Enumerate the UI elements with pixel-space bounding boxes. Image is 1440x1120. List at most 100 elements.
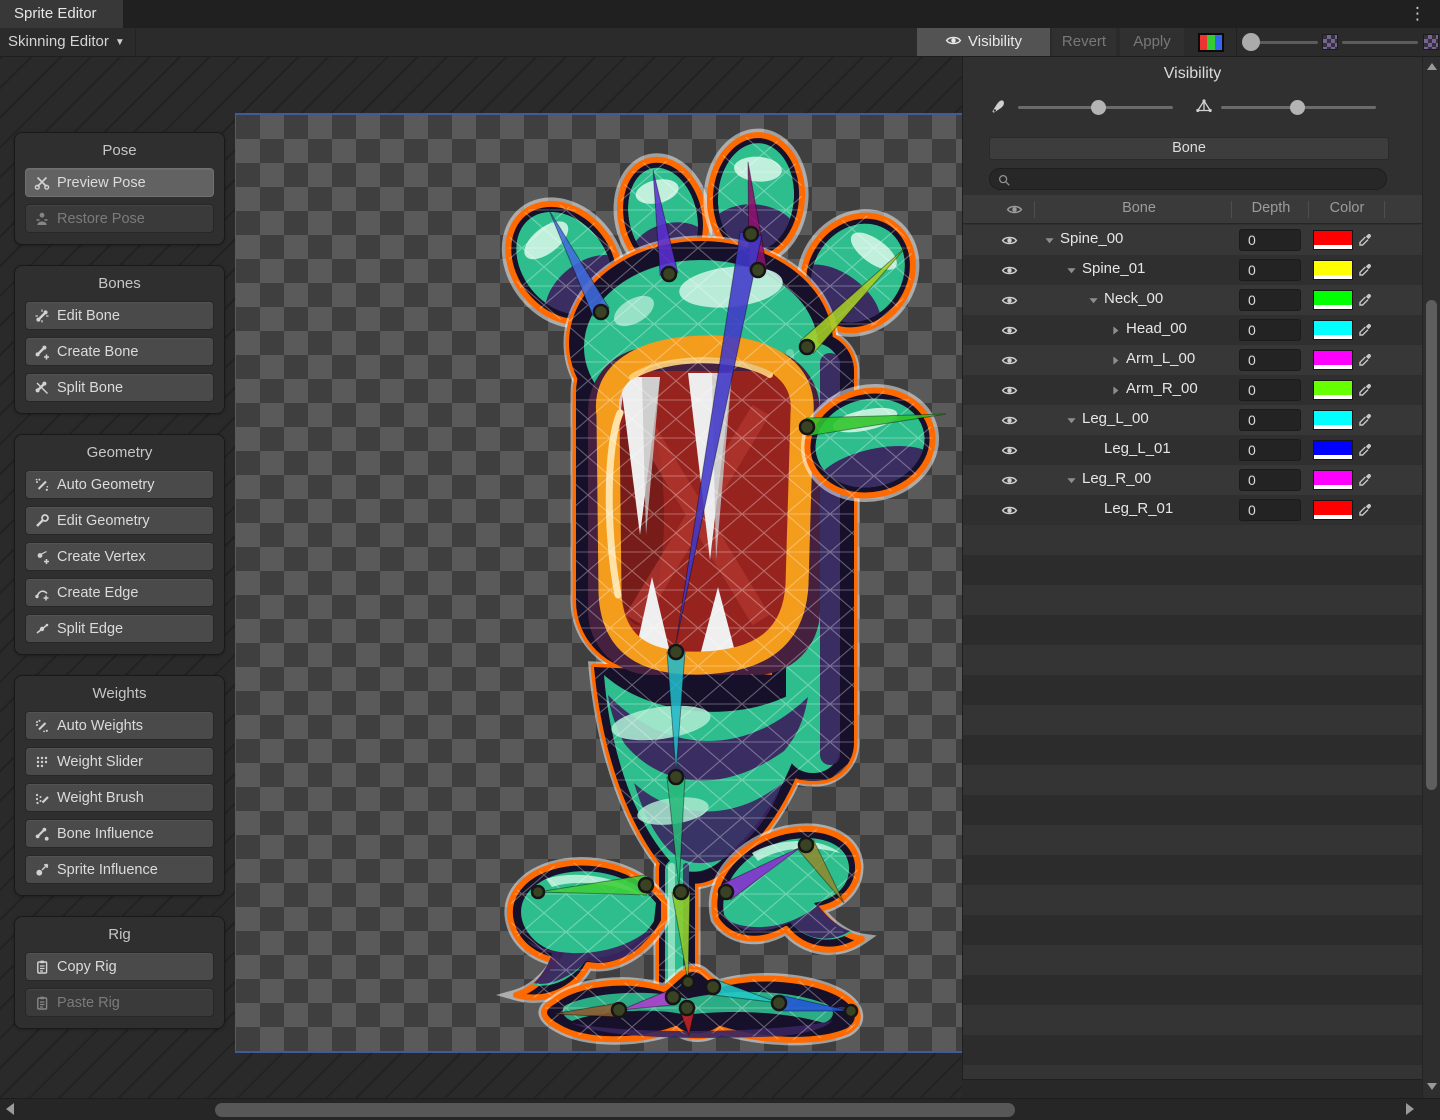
bone-color-swatch[interactable] xyxy=(1313,500,1353,520)
bone-color-swatch[interactable] xyxy=(1313,260,1353,280)
bone-color-swatch[interactable] xyxy=(1313,440,1353,460)
skinning-editor-dropdown[interactable]: Skinning Editor▼ xyxy=(0,28,136,56)
chevron-down-icon[interactable] xyxy=(1065,474,1078,487)
sprite-document[interactable] xyxy=(235,113,962,1053)
bone-row-Head_00[interactable]: Head_000 xyxy=(963,315,1422,345)
bone-row-Spine_00[interactable]: Spine_000 xyxy=(963,225,1422,255)
sprite-influence-button[interactable]: Sprite Influence xyxy=(25,855,214,884)
chevron-down-icon[interactable] xyxy=(1065,414,1078,427)
auto-weights-button[interactable]: Auto Weights xyxy=(25,711,214,740)
edit-geometry-button[interactable]: Edit Geometry xyxy=(25,506,214,535)
eye-icon[interactable] xyxy=(1001,502,1018,519)
bone-row-Neck_00[interactable]: Neck_00 0 xyxy=(963,285,1422,315)
eyedropper-icon[interactable] xyxy=(1357,412,1373,428)
bone-color-swatch[interactable] xyxy=(1313,470,1353,490)
bone-row-Arm_R_00[interactable]: Arm_R_000 xyxy=(963,375,1422,405)
split-edge-button[interactable]: Split Edge xyxy=(25,614,214,643)
auto-geometry-button[interactable]: Auto Geometry xyxy=(25,470,214,499)
eye-icon[interactable] xyxy=(1001,472,1018,489)
eye-icon[interactable] xyxy=(1001,442,1018,459)
create-bone-button[interactable]: Create Bone xyxy=(25,337,214,366)
depth-field[interactable]: 0 xyxy=(1239,229,1301,251)
depth-field[interactable]: 0 xyxy=(1239,499,1301,521)
eye-icon[interactable] xyxy=(1001,352,1018,369)
depth-field[interactable]: 0 xyxy=(1239,289,1301,311)
eyedropper-icon[interactable] xyxy=(1357,322,1373,338)
column-color[interactable]: Color xyxy=(1315,200,1379,216)
eye-icon[interactable] xyxy=(1001,232,1018,249)
eyedropper-icon[interactable] xyxy=(1357,262,1373,278)
bone-color-swatch[interactable] xyxy=(1313,410,1353,430)
eye-icon[interactable] xyxy=(1001,322,1018,339)
eyedropper-icon[interactable] xyxy=(1357,472,1373,488)
vertical-scroll-thumb[interactable] xyxy=(1426,300,1437,790)
eye-icon[interactable] xyxy=(1001,412,1018,429)
bone-name[interactable]: Leg_L_01 xyxy=(1104,440,1171,457)
create-edge-button[interactable]: Create Edge xyxy=(25,578,214,607)
eye-icon[interactable] xyxy=(1001,292,1018,309)
tab-bone[interactable]: Bone xyxy=(989,137,1389,160)
bone-name[interactable]: Neck_00 xyxy=(1104,290,1163,307)
copy-rig-button[interactable]: Copy Rig xyxy=(25,952,214,981)
scroll-right-arrow[interactable] xyxy=(1406,1103,1414,1115)
depth-field[interactable]: 0 xyxy=(1239,259,1301,281)
revert-button[interactable]: Revert xyxy=(1052,28,1116,56)
vertical-scrollbar[interactable] xyxy=(1422,57,1440,1098)
horizontal-scroll-thumb[interactable] xyxy=(215,1103,1015,1117)
kebab-menu-icon[interactable]: ⋮ xyxy=(1409,1,1426,27)
bone-color-swatch[interactable] xyxy=(1313,320,1353,340)
depth-field[interactable]: 0 xyxy=(1239,469,1301,491)
paste-rig-button[interactable]: Paste Rig xyxy=(25,988,214,1017)
bone-name[interactable]: Leg_L_00 xyxy=(1082,410,1149,427)
bone-name[interactable]: Spine_01 xyxy=(1082,260,1145,277)
weight-slider-button[interactable]: Weight Slider xyxy=(25,747,214,776)
depth-field[interactable]: 0 xyxy=(1239,439,1301,461)
bone-color-swatch[interactable] xyxy=(1313,350,1353,370)
weight-brush-button[interactable]: Weight Brush xyxy=(25,783,214,812)
scroll-left-arrow[interactable] xyxy=(6,1103,14,1115)
bone-row-Leg_L_00[interactable]: Leg_L_00 0 xyxy=(963,405,1422,435)
edit-bone-button[interactable]: Edit Bone xyxy=(25,301,214,330)
bone-row-Arm_L_00[interactable]: Arm_L_00 0 xyxy=(963,345,1422,375)
mesh-opacity-slider[interactable] xyxy=(1342,41,1418,44)
restore-pose-button[interactable]: Restore Pose xyxy=(25,204,214,233)
bone-color-swatch[interactable] xyxy=(1313,290,1353,310)
chevron-right-icon[interactable] xyxy=(1109,324,1122,337)
eyedropper-icon[interactable] xyxy=(1357,232,1373,248)
bone-name[interactable]: Arm_L_00 xyxy=(1126,350,1195,367)
sprite-opacity-slider[interactable] xyxy=(1250,41,1318,44)
bone-row-Leg_L_01[interactable]: Leg_L_01 0 xyxy=(963,435,1422,465)
tab-sprite-editor[interactable]: Sprite Editor xyxy=(0,0,123,28)
bone-row-Leg_R_00[interactable]: Leg_R_000 xyxy=(963,465,1422,495)
scroll-up-arrow[interactable] xyxy=(1427,63,1437,70)
eye-icon[interactable] xyxy=(1001,262,1018,279)
eyedropper-icon[interactable] xyxy=(1357,382,1373,398)
scroll-down-arrow[interactable] xyxy=(1427,1083,1437,1090)
search-field[interactable] xyxy=(989,168,1387,190)
eyedropper-icon[interactable] xyxy=(1357,352,1373,368)
depth-field[interactable]: 0 xyxy=(1239,319,1301,341)
depth-field[interactable]: 0 xyxy=(1239,379,1301,401)
bone-row-Leg_R_01[interactable]: Leg_R_010 xyxy=(963,495,1422,525)
sprite-opacity-slider-knob[interactable] xyxy=(1242,33,1260,51)
bone-color-swatch[interactable] xyxy=(1313,380,1353,400)
bone-color-swatch[interactable] xyxy=(1313,230,1353,250)
bone-row-Spine_01[interactable]: Spine_01 0 xyxy=(963,255,1422,285)
eyedropper-icon[interactable] xyxy=(1357,442,1373,458)
chevron-right-icon[interactable] xyxy=(1109,384,1122,397)
eye-icon[interactable] xyxy=(1001,382,1018,399)
chevron-right-icon[interactable] xyxy=(1109,354,1122,367)
eyedropper-icon[interactable] xyxy=(1357,502,1373,518)
mesh-opacity-knob[interactable] xyxy=(1290,100,1305,115)
depth-field[interactable]: 0 xyxy=(1239,409,1301,431)
bone-opacity-knob[interactable] xyxy=(1091,100,1106,115)
chevron-down-icon[interactable] xyxy=(1043,234,1056,247)
create-vertex-button[interactable]: Create Vertex xyxy=(25,542,214,571)
eyedropper-icon[interactable] xyxy=(1357,292,1373,308)
depth-field[interactable]: 0 xyxy=(1239,349,1301,371)
sprite-color-channels-button[interactable] xyxy=(1198,33,1224,52)
visibility-toggle-button[interactable]: Visibility xyxy=(917,28,1050,56)
split-bone-button[interactable]: Split Bone xyxy=(25,373,214,402)
chevron-down-icon[interactable] xyxy=(1087,294,1100,307)
edit-canvas[interactable]: PosePreview PoseRestore PoseBonesEdit Bo… xyxy=(0,57,962,1098)
